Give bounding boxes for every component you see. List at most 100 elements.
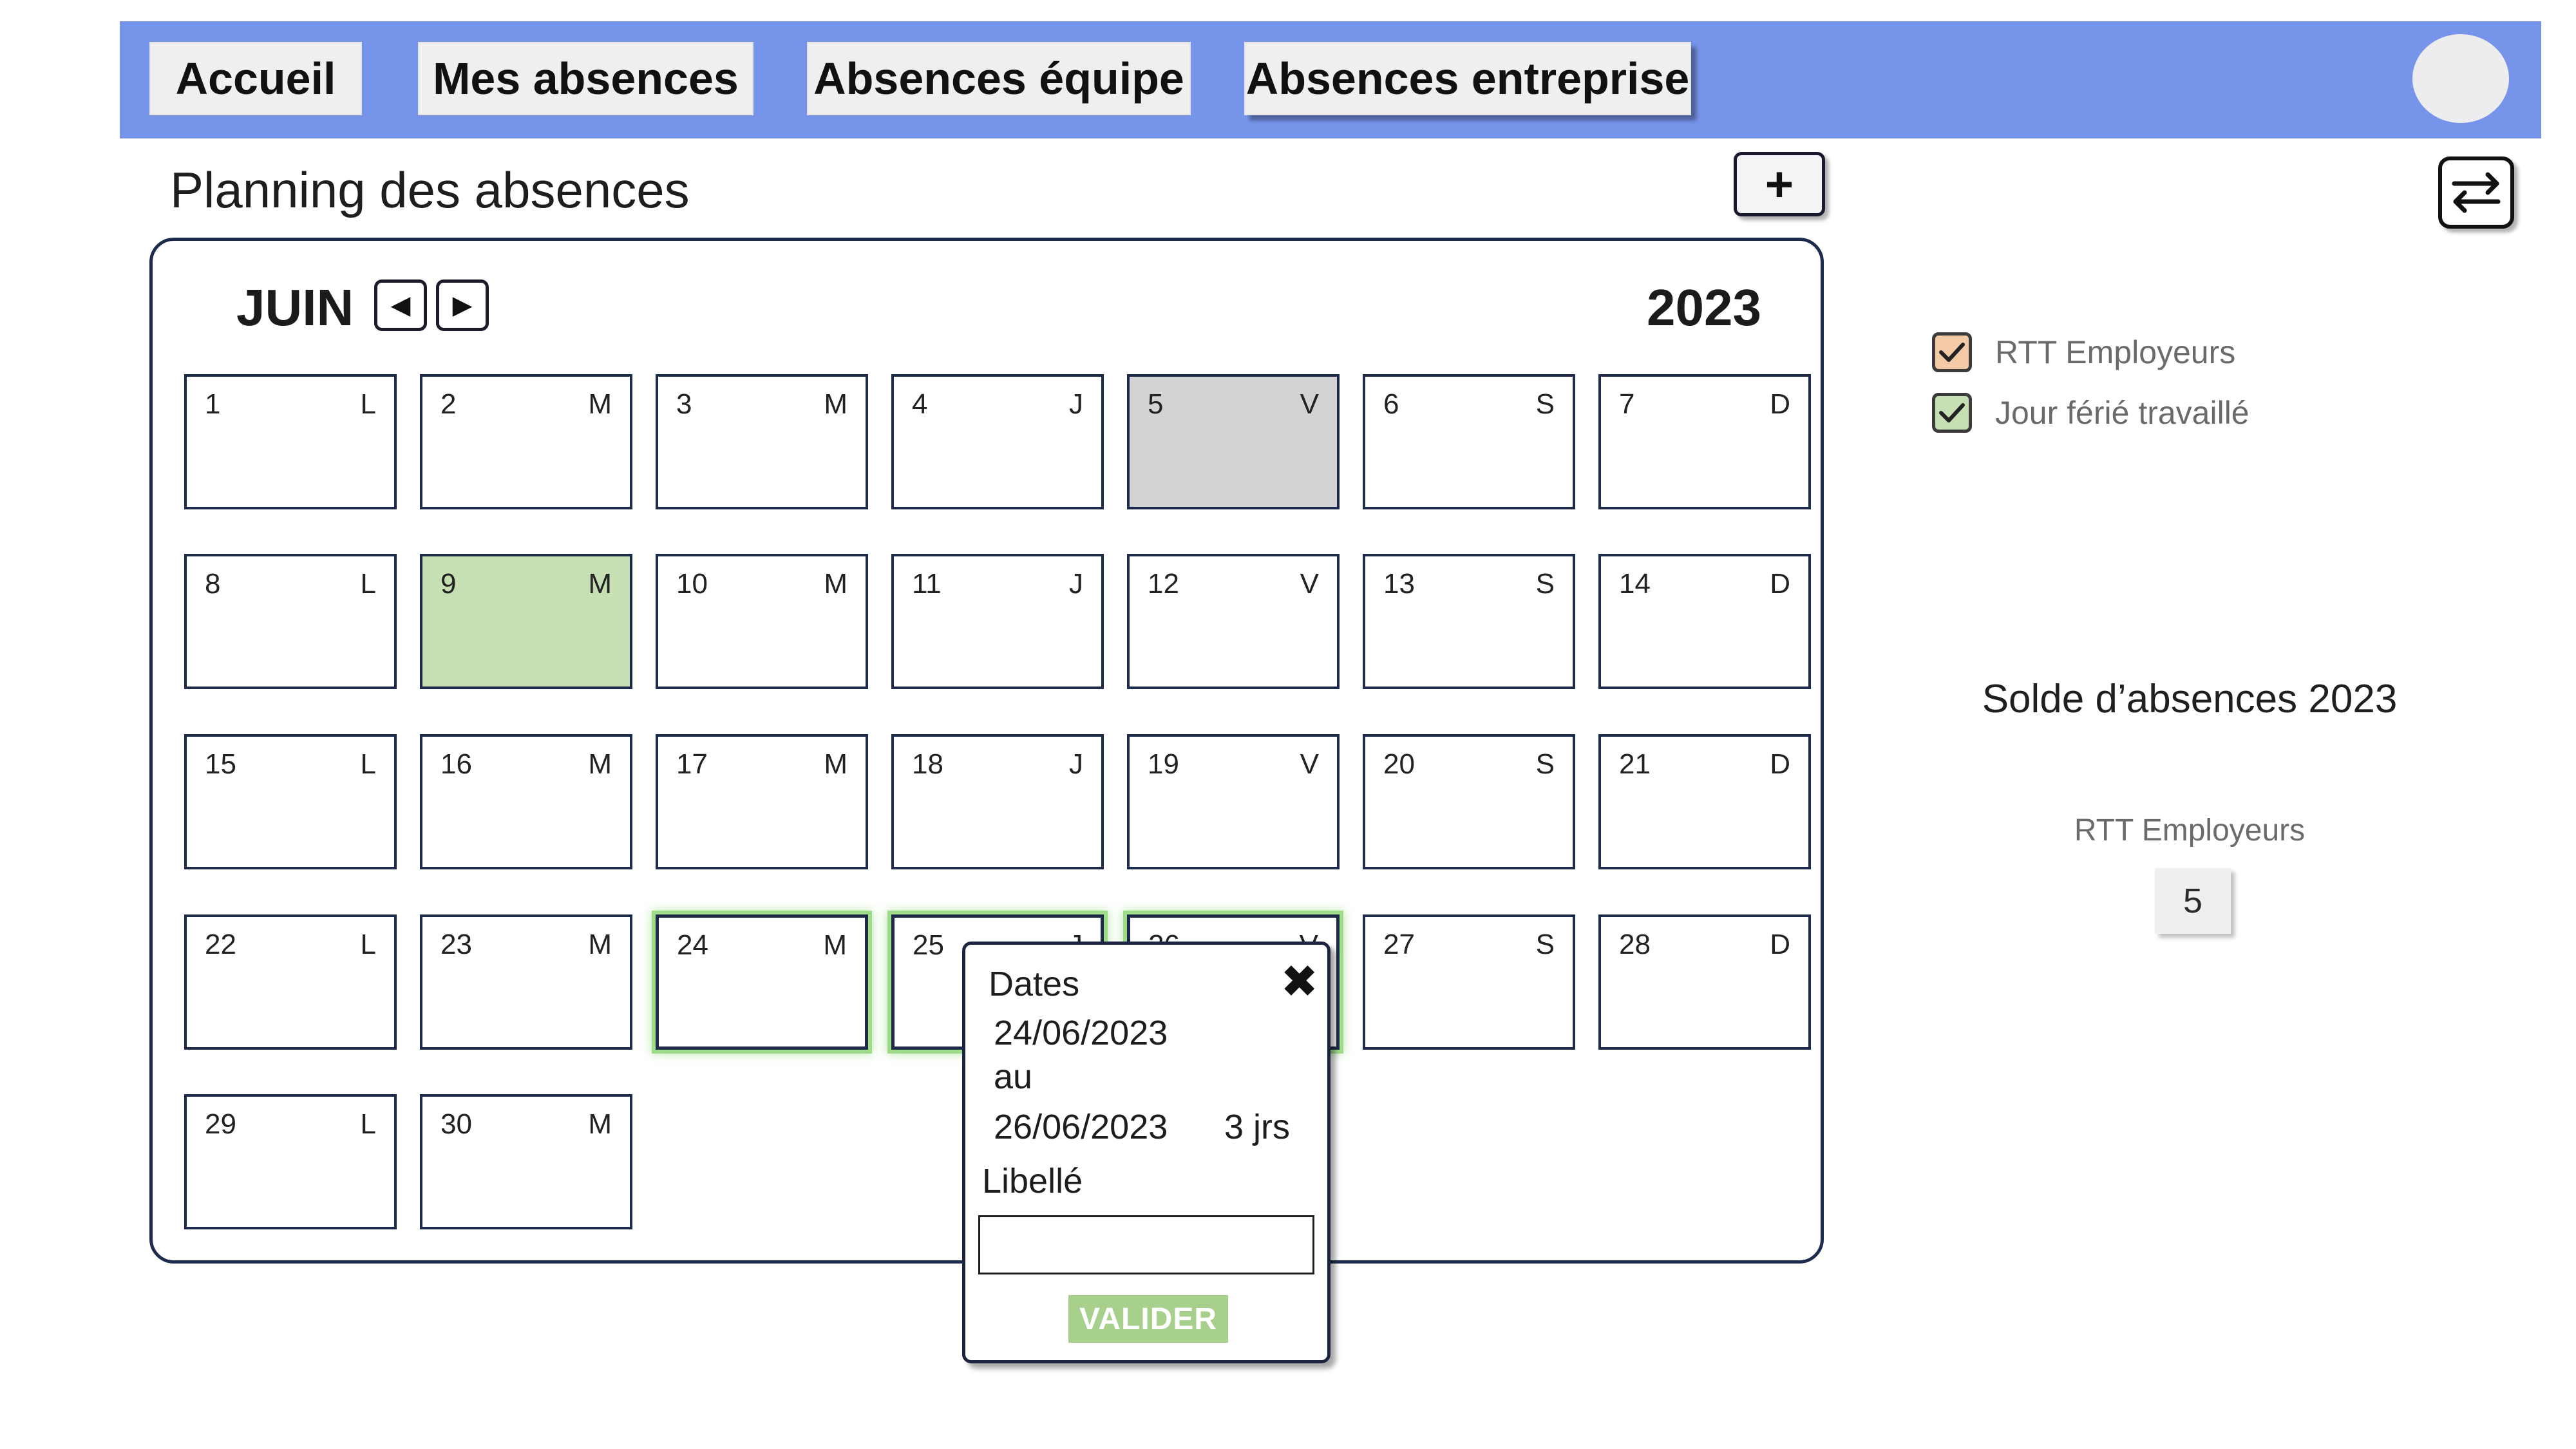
tab-absences-equipe[interactable]: Absences équipe — [807, 42, 1191, 115]
day-cell[interactable]: 8L — [184, 554, 397, 689]
day-cell[interactable]: 16 M — [420, 734, 632, 869]
day-weekday: L — [360, 388, 376, 420]
close-icon[interactable]: ✖ — [1280, 959, 1318, 1004]
day-cell[interactable]: 21 D — [1598, 734, 1811, 869]
balance-value: 5 — [2155, 868, 2231, 934]
day-cell[interactable]: 29 L — [184, 1094, 397, 1229]
top-nav-bar: Accueil Mes absences Absences équipe Abs… — [120, 21, 2541, 138]
day-number: 2 — [440, 388, 457, 420]
legend-label-rtt: RTT Employeurs — [1995, 334, 2236, 370]
day-weekday: M — [824, 388, 848, 420]
day-weekday: D — [1770, 388, 1790, 420]
day-weekday: L — [360, 568, 376, 600]
avatar[interactable] — [2412, 34, 2509, 123]
day-number: 5 — [1148, 388, 1164, 420]
day-cell[interactable]: 2M — [420, 374, 632, 509]
day-cell[interactable]: 22 L — [184, 914, 397, 1050]
day-weekday: J — [1069, 388, 1083, 420]
plus-icon: + — [1765, 156, 1794, 212]
day-number: 4 — [912, 388, 928, 420]
day-number: 27 — [1383, 929, 1415, 960]
day-cell[interactable]: 3M — [656, 374, 868, 509]
day-cell[interactable]: 1L — [184, 374, 397, 509]
end-date: 26/06/2023 — [994, 1108, 1168, 1146]
next-month-button[interactable]: ▶ — [436, 279, 489, 331]
day-weekday: M — [588, 748, 612, 780]
day-cell[interactable]: 10 M — [656, 554, 868, 689]
day-cell[interactable]: 18 J — [891, 734, 1104, 869]
day-number: 19 — [1148, 748, 1179, 780]
day-number: 29 — [205, 1108, 236, 1140]
day-cell[interactable]: 12 V — [1127, 554, 1340, 689]
day-weekday: L — [360, 1108, 376, 1140]
valider-button[interactable]: VALIDER — [1068, 1295, 1228, 1343]
day-cell[interactable]: 30 M — [420, 1094, 632, 1229]
legend-checkbox-ferie[interactable] — [1932, 393, 1972, 433]
day-number: 14 — [1619, 568, 1651, 600]
day-number: 10 — [676, 568, 708, 600]
day-cell[interactable]: 17 M — [656, 734, 868, 869]
day-weekday: M — [588, 1108, 612, 1140]
day-cell[interactable]: 11 J — [891, 554, 1104, 689]
day-cell[interactable]: 15 L — [184, 734, 397, 869]
day-number: 24 — [677, 929, 708, 961]
day-weekday: S — [1535, 748, 1555, 780]
day-number: 25 — [913, 929, 944, 961]
day-number: 18 — [912, 748, 943, 780]
tab-absences-entreprise[interactable]: Absences entreprise — [1244, 42, 1691, 115]
legend-item-rtt: RTT Employeurs — [1932, 332, 2235, 372]
day-cell[interactable]: 7D — [1598, 374, 1811, 509]
day-weekday: D — [1770, 929, 1790, 960]
day-weekday: J — [1069, 568, 1083, 600]
day-cell[interactable]: 19 V — [1127, 734, 1340, 869]
day-weekday: M — [588, 388, 612, 420]
absence-popup: ✖ Dates 24/06/2023 au 26/06/2023 3 jrs L… — [962, 942, 1331, 1363]
day-number: 3 — [676, 388, 692, 420]
day-weekday: V — [1300, 388, 1319, 420]
day-weekday: L — [360, 748, 376, 780]
day-cell[interactable]: 28 D — [1598, 914, 1811, 1050]
day-cell[interactable]: 5V — [1127, 374, 1340, 509]
arrow-right-icon: ▶ — [452, 291, 473, 319]
day-number: 21 — [1619, 748, 1651, 780]
legend-checkbox-rtt[interactable] — [1932, 332, 1972, 372]
day-number: 12 — [1148, 568, 1179, 600]
add-absence-button[interactable]: + — [1734, 152, 1825, 216]
day-number: 23 — [440, 929, 472, 960]
day-weekday: S — [1535, 929, 1555, 960]
day-weekday: M — [824, 748, 848, 780]
day-weekday: D — [1770, 568, 1790, 600]
day-cell[interactable]: 13 S — [1363, 554, 1575, 689]
switch-view-button[interactable] — [2438, 156, 2514, 229]
day-number: 16 — [440, 748, 472, 780]
day-number: 6 — [1383, 388, 1399, 420]
day-number: 7 — [1619, 388, 1635, 420]
day-weekday: S — [1535, 568, 1555, 600]
day-number: 20 — [1383, 748, 1415, 780]
day-weekday: M — [824, 568, 848, 600]
day-cell[interactable]: 4J — [891, 374, 1104, 509]
day-cell[interactable]: 20 S — [1363, 734, 1575, 869]
day-cell[interactable]: 24 M — [656, 914, 868, 1050]
day-cell[interactable]: 6S — [1363, 374, 1575, 509]
day-number: 17 — [676, 748, 708, 780]
arrow-left-icon: ◀ — [390, 291, 411, 319]
day-cell[interactable]: 9M — [420, 554, 632, 689]
swap-arrows-icon — [2452, 172, 2501, 213]
day-cell[interactable]: 23 M — [420, 914, 632, 1050]
balance-title: Solde d’absences 2023 — [1982, 677, 2398, 721]
day-number: 13 — [1383, 568, 1415, 600]
check-icon — [1939, 403, 1965, 422]
legend-item-ferie: Jour férié travaillé — [1932, 393, 2249, 433]
tab-accueil[interactable]: Accueil — [149, 42, 362, 115]
day-cell[interactable]: 27 S — [1363, 914, 1575, 1050]
day-number: 11 — [912, 568, 942, 600]
prev-month-button[interactable]: ◀ — [374, 279, 427, 331]
libelle-input[interactable] — [978, 1215, 1314, 1274]
day-cell[interactable]: 14 D — [1598, 554, 1811, 689]
tab-mes-absences[interactable]: Mes absences — [418, 42, 753, 115]
libelle-label: Libellé — [982, 1162, 1083, 1200]
check-icon — [1939, 343, 1965, 362]
month-label: JUIN — [236, 279, 354, 336]
page-title: Planning des absences — [170, 162, 690, 218]
